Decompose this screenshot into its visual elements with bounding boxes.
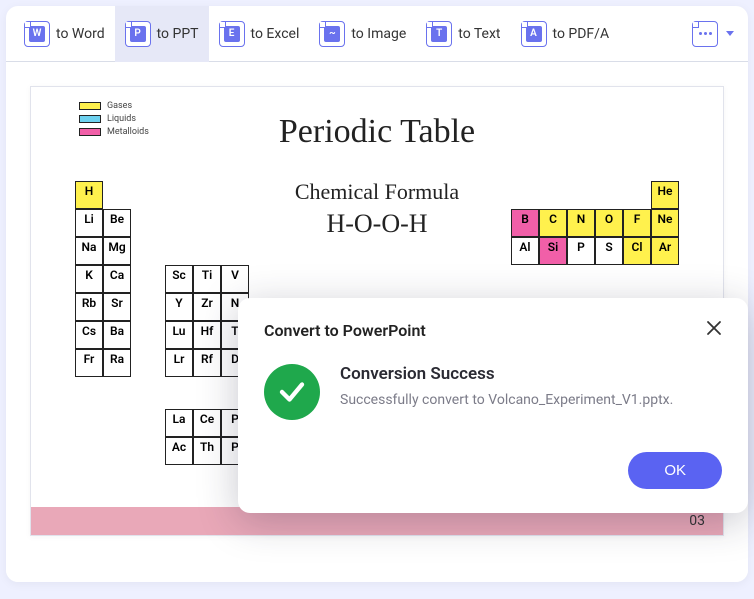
close-icon: [706, 320, 722, 336]
element-cell: Ra: [103, 349, 131, 377]
element-cell: Th: [193, 437, 221, 465]
element-cell: C: [539, 209, 567, 237]
dialog-sub-text: Successfully convert to Volcano_Experime…: [340, 392, 673, 408]
element-cell: Ne: [651, 209, 679, 237]
more-tools-button[interactable]: [686, 6, 740, 62]
element-cell: Ba: [103, 321, 131, 349]
tool-label: to Word: [56, 26, 105, 42]
tool-label: to PDF/A: [553, 26, 610, 42]
element-cell: Ar: [651, 237, 679, 265]
tool-label: to PPT: [157, 26, 199, 42]
element-cell: Al: [511, 237, 539, 265]
element-cell: P: [567, 237, 595, 265]
to-text-button[interactable]: T to Text: [416, 6, 510, 62]
element-cell: Hf: [193, 321, 221, 349]
element-cell: Ca: [103, 265, 131, 293]
to-image-button[interactable]: ~ to Image: [309, 6, 416, 62]
element-cell: Cs: [75, 321, 103, 349]
to-word-button[interactable]: W to Word: [14, 6, 115, 62]
element-cell: F: [623, 209, 651, 237]
element-cell: Sr: [103, 293, 131, 321]
excel-icon: E: [219, 21, 245, 47]
ok-button[interactable]: OK: [628, 452, 722, 489]
periodic-grid-left: HLiBeNaMgKCaRbSrCsBaFrRa: [75, 181, 131, 377]
legend-label: Gases: [107, 101, 132, 111]
tool-label: to Text: [458, 26, 500, 42]
element-cell: Lr: [165, 349, 193, 377]
element-cell: Ti: [193, 265, 221, 293]
success-check-icon: [264, 364, 320, 420]
tool-label: to Image: [351, 26, 406, 42]
page-title: Periodic Table: [31, 113, 723, 151]
element-cell: Rb: [75, 293, 103, 321]
element-cell: Zr: [193, 293, 221, 321]
text-icon: T: [426, 21, 452, 47]
more-icon: [692, 21, 718, 47]
word-icon: W: [24, 21, 50, 47]
element-cell: N: [567, 209, 595, 237]
element-cell: S: [595, 237, 623, 265]
element-cell: V: [221, 265, 249, 293]
element-cell: He: [651, 181, 679, 209]
to-ppt-button[interactable]: P to PPT: [115, 6, 209, 62]
tool-label: to Excel: [251, 26, 300, 42]
convert-success-dialog: Convert to PowerPoint Conversion Success…: [238, 298, 748, 513]
element-cell: Ac: [165, 437, 193, 465]
element-cell: Rf: [193, 349, 221, 377]
element-cell: Be: [103, 209, 131, 237]
close-button[interactable]: [706, 320, 722, 340]
element-cell: Na: [75, 237, 103, 265]
element-cell: Si: [539, 237, 567, 265]
element-cell: Cl: [623, 237, 651, 265]
element-cell: Y: [165, 293, 193, 321]
conversion-toolbar: W to Word P to PPT E to Excel ~ to Image…: [6, 6, 748, 62]
to-excel-button[interactable]: E to Excel: [209, 6, 310, 62]
element-cell: La: [165, 409, 193, 437]
element-cell: Fr: [75, 349, 103, 377]
element-cell: Lu: [165, 321, 193, 349]
to-pdfa-button[interactable]: A to PDF/A: [511, 6, 620, 62]
periodic-grid-right: He BCNOFNe AlSiPSClAr: [511, 181, 679, 265]
element-cell: H: [75, 181, 103, 209]
element-cell: Ce: [193, 409, 221, 437]
dialog-main-text: Conversion Success: [340, 364, 673, 384]
image-icon: ~: [319, 21, 345, 47]
element-cell: Sc: [165, 265, 193, 293]
element-cell: Li: [75, 209, 103, 237]
chevron-down-icon: [726, 31, 734, 36]
element-cell: Mg: [103, 237, 131, 265]
element-cell: B: [511, 209, 539, 237]
element-cell: O: [595, 209, 623, 237]
dialog-title: Convert to PowerPoint: [264, 321, 426, 340]
element-cell: K: [75, 265, 103, 293]
pdfa-icon: A: [521, 21, 547, 47]
ppt-icon: P: [125, 21, 151, 47]
